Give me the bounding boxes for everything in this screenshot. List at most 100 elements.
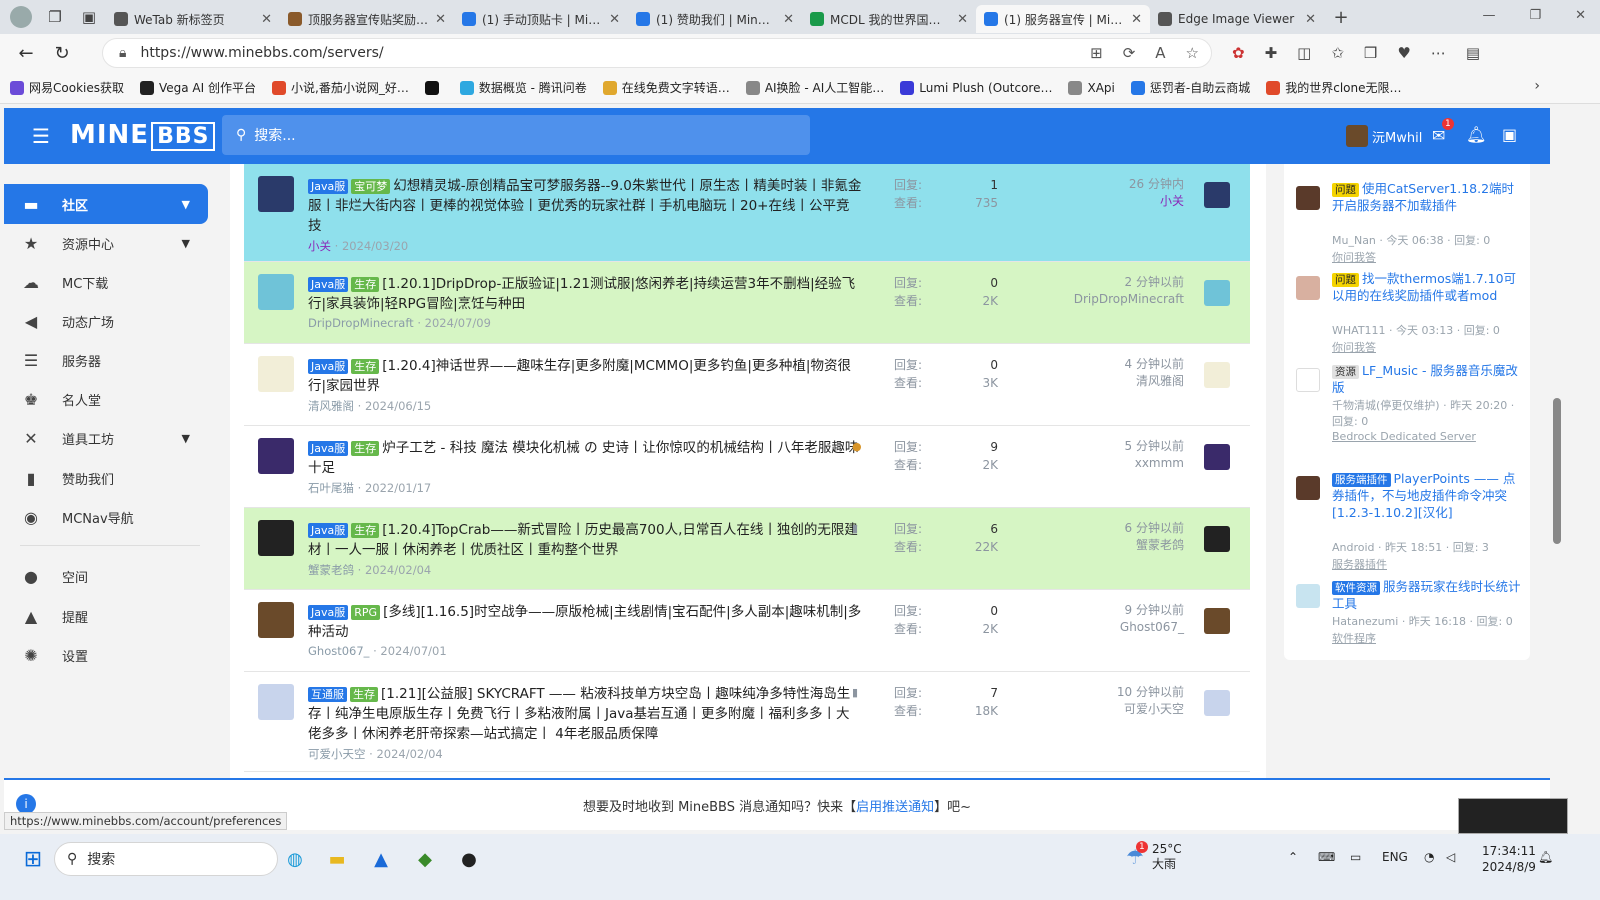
profile-icon[interactable] (4, 3, 38, 31)
sidebar-item[interactable]: ☁ MC下载 (4, 262, 208, 302)
last-post-time[interactable]: 26 分钟内 (1044, 176, 1184, 193)
sidebar-item[interactable]: ◀ 动态广场 (4, 301, 208, 341)
start-button[interactable]: ⊞ (18, 844, 48, 874)
bookmark-item[interactable]: 网易Cookies获取 (10, 79, 124, 96)
restore-icon[interactable]: ❐ (1529, 8, 1541, 23)
last-poster-avatar[interactable] (1204, 362, 1230, 388)
qq-icon[interactable]: ● (454, 844, 484, 874)
last-post-time[interactable]: 10 分钟以前 (1044, 684, 1184, 701)
avatar[interactable] (258, 274, 294, 310)
last-poster-avatar[interactable] (1204, 526, 1230, 552)
read-aloud-icon[interactable]: A (1155, 44, 1165, 62)
bookmark-item[interactable]: Lumi Plush (Outcore… (900, 79, 1052, 96)
bookmark-item[interactable]: 我的世界clone无限… (1266, 79, 1401, 96)
taskbar-search[interactable]: ⚲ 搜索 (54, 842, 278, 876)
thread-row[interactable]: Java服 生存 [1.20.4]神话世界——趣味生存|更多附魔|MCMMO|更多钓… (244, 344, 1250, 426)
last-post-user[interactable]: xxmmm (1044, 455, 1184, 472)
thread-row[interactable]: Java服 生存 [1.20.1]DripDrop-正版验证|1.21测试服|悠闲养… (244, 262, 1250, 344)
latest-thread-category[interactable]: 你问我答 (1332, 339, 1376, 355)
prefix-tag[interactable]: 生存 (351, 441, 380, 456)
tab-close-icon[interactable]: ✕ (1131, 12, 1142, 27)
prefix-tag[interactable]: Java服 (308, 277, 349, 292)
last-post-time[interactable]: 5 分钟以前 (1044, 438, 1184, 455)
thread-author[interactable]: Ghost067_ (308, 644, 369, 658)
sidebar-item[interactable]: ✕ 道具工坊 ▼ (4, 418, 208, 458)
site-logo[interactable]: MINE BBS (70, 120, 216, 151)
file-explorer-icon[interactable]: ▬ (322, 844, 352, 874)
weather-widget[interactable]: ☂ 1 25°C 大雨 (1126, 841, 1182, 872)
thread-row[interactable]: Java服 生存 [1.20.4]TopCrab——新式冒险丨历史最高700人,日常… (244, 508, 1250, 590)
latest-thread-category[interactable]: 服务器插件 (1332, 556, 1387, 572)
prefix-tag[interactable]: 互通服 (308, 687, 347, 702)
last-post-time[interactable]: 2 分钟以前 (1044, 274, 1184, 291)
tab-close-icon[interactable]: ✕ (783, 12, 794, 27)
thread-title[interactable]: Java服 生存 炉子工艺 - 科技 魔法 模块化机械 の 史诗丨让你惊叹的机械结构… (308, 438, 862, 478)
prefix-tag[interactable]: 生存 (351, 359, 380, 374)
url-field[interactable]: 🔒︎ https://www.minebbs.com/servers/ ⊞ ⟳ … (102, 38, 1212, 68)
site-search-input[interactable]: ⚲ 搜索... (222, 115, 810, 155)
last-post-user[interactable]: 可爱小天空 (1044, 701, 1184, 718)
last-post-time[interactable]: 9 分钟以前 (1044, 602, 1184, 619)
prefix-tag[interactable]: Java服 (308, 523, 349, 538)
thread-row[interactable]: Java服 生存 炉子工艺 - 科技 魔法 模块化机械 の 史诗丨让你惊叹的机械结构… (244, 426, 1250, 508)
bookmark-item[interactable]: Vega AI 创作平台 (139, 79, 256, 96)
thread-title[interactable]: Java服 宝可梦 幻想精灵城-原创精品宝可梦服务器--9.0朱紫世代丨原生态丨精美… (308, 176, 862, 236)
prefix-tag[interactable]: 生存 (350, 687, 378, 702)
last-poster-avatar[interactable] (1204, 280, 1230, 306)
thread-author[interactable]: 清风雅阁 (308, 399, 354, 413)
browser-tab[interactable]: MCDL 我的世界国际版… ✕ (802, 5, 976, 33)
edge-icon[interactable]: ◍ (280, 844, 310, 874)
prefix-tag[interactable]: 服务端插件 (1332, 473, 1391, 487)
avatar[interactable] (258, 602, 294, 638)
tab-close-icon[interactable]: ✕ (609, 12, 620, 27)
last-post-user[interactable]: Ghost067_ (1044, 619, 1184, 636)
favorites-icon[interactable]: ✩ (1331, 44, 1344, 62)
close-window-icon[interactable]: ✕ (1575, 8, 1586, 23)
user-menu[interactable]: 沅Mwhil (1346, 125, 1422, 147)
bell-icon[interactable]: 🔔︎ (1466, 125, 1486, 144)
sidebar-item[interactable]: ▲ 提醒 (4, 596, 208, 636)
last-poster-avatar[interactable] (1204, 182, 1230, 208)
prefix-tag[interactable]: 软件资源 (1332, 581, 1380, 595)
avatar[interactable] (1296, 476, 1320, 500)
browser-tab[interactable]: 顶服务器宣传贴奖励… ✕ (280, 5, 454, 33)
prefix-tag[interactable]: 生存 (351, 277, 380, 292)
new-tab-button[interactable]: + (1324, 3, 1358, 31)
tab-close-icon[interactable]: ✕ (435, 12, 446, 27)
thread-author[interactable]: 小关 (308, 239, 331, 253)
bookmarks-overflow-icon[interactable]: › (1534, 78, 1540, 94)
browser-tab[interactable]: (1) 服务器宣传 | Mine… ✕ (976, 5, 1150, 33)
sidebar-item[interactable]: ☰ 服务器 (4, 340, 208, 380)
latest-thread-title[interactable]: 问题 找一款thermos端1.7.10可以用的在线奖励插件或者mod (1332, 270, 1522, 304)
browser-tab[interactable]: (1) 赞助我们 | MineBB… ✕ (628, 5, 802, 33)
prefix-tag[interactable]: RPG (351, 605, 381, 620)
avatar[interactable] (1296, 584, 1320, 608)
tab-close-icon[interactable]: ✕ (261, 12, 272, 27)
split-screen-icon[interactable]: ◫ (1297, 44, 1311, 62)
thread-title[interactable]: Java服 生存 [1.20.4]TopCrab——新式冒险丨历史最高700人,日常… (308, 520, 862, 560)
avatar[interactable] (1296, 186, 1320, 210)
last-poster-avatar[interactable] (1204, 608, 1230, 634)
last-post-user[interactable]: DripDropMinecraft (1044, 291, 1184, 308)
thread-author[interactable]: DripDropMinecraft (308, 316, 414, 330)
tab-close-icon[interactable]: ✕ (957, 12, 968, 27)
prefix-tag[interactable]: 问题 (1332, 273, 1359, 287)
thread-author[interactable]: 石叶尾猫 (308, 481, 354, 495)
sidebar-item[interactable]: ★ 资源中心 ▼ (4, 223, 208, 263)
refresh-button[interactable]: ↻ (44, 37, 80, 69)
bookmark-item[interactable] (424, 79, 444, 96)
sync-icon[interactable]: ⟳ (1123, 44, 1136, 62)
thread-row[interactable]: 互通服 生存 [1.21][公益服] SKYCRAFT —— 粘液科技单方块空岛丨趣… (244, 672, 1250, 772)
minecraft-icon[interactable]: ◆ (410, 844, 440, 874)
last-poster-avatar[interactable] (1204, 690, 1230, 716)
photos-icon[interactable]: ▲ (366, 844, 396, 874)
avatar[interactable] (1296, 368, 1320, 392)
language-indicator[interactable]: ENG (1382, 850, 1408, 864)
prefix-tag[interactable]: 问题 (1332, 183, 1359, 197)
notification-center-icon[interactable]: 🔔︎ (1538, 850, 1553, 864)
latest-thread-category[interactable]: Bedrock Dedicated Server (1332, 430, 1476, 443)
avatar[interactable] (258, 438, 294, 474)
thread-row[interactable]: Java服 宝可梦 幻想精灵城-原创精品宝可梦服务器--9.0朱紫世代丨原生态丨精美… (244, 164, 1250, 262)
page-scrollbar[interactable] (1550, 104, 1564, 834)
latest-thread-title[interactable]: 软件资源 服务器玩家在线时长统计工具 (1332, 578, 1522, 612)
